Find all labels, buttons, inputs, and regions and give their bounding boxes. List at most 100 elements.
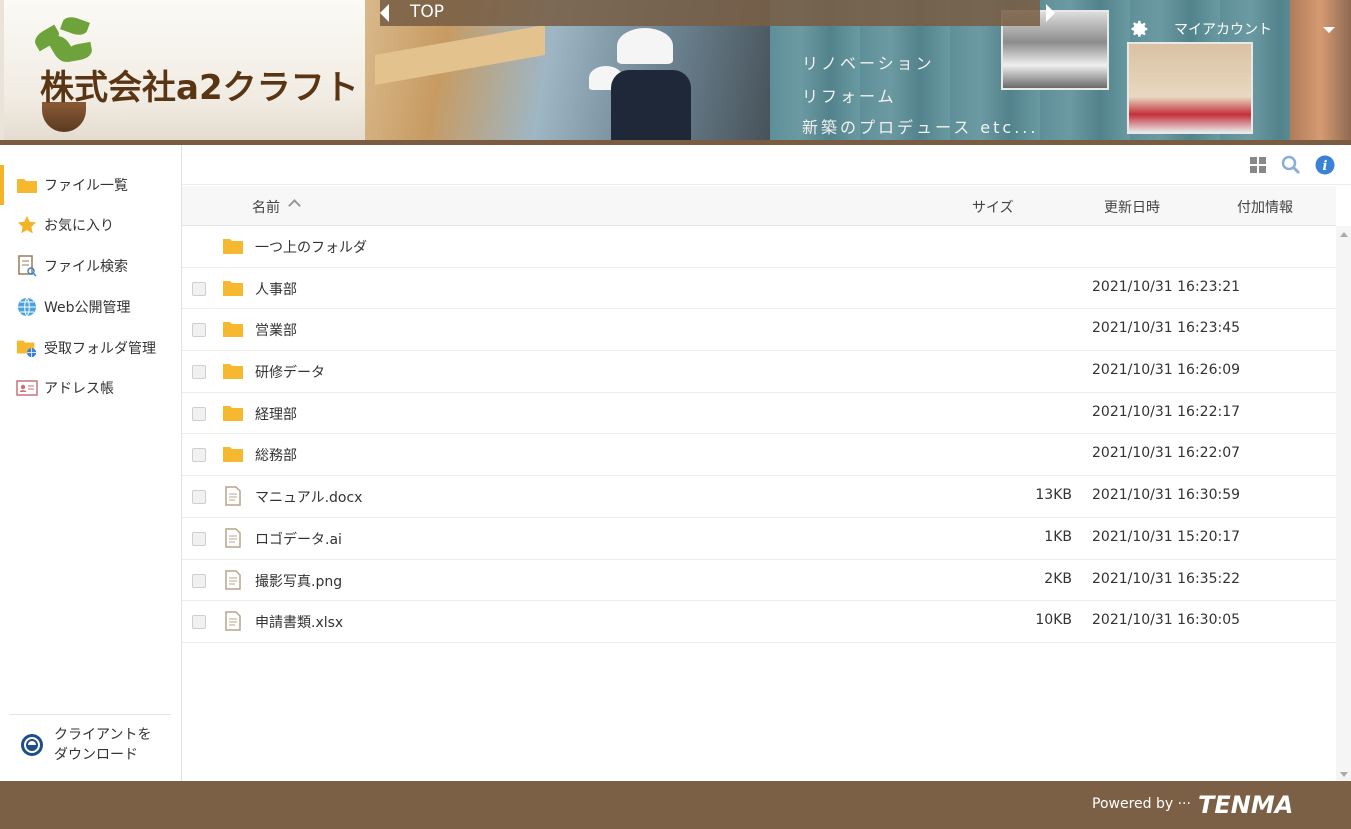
- chevron-down-icon[interactable]: [1323, 27, 1335, 33]
- address-card-icon: [16, 377, 38, 399]
- plant-leaf: [60, 14, 90, 38]
- sidebar-item-label: アドレス帳: [44, 381, 114, 397]
- row-checkbox[interactable]: [192, 448, 206, 463]
- shared-folder-icon: [16, 337, 38, 359]
- helmet-shape: [617, 28, 673, 64]
- table-row[interactable]: ロゴデータ.ai 1KB 2021/10/31 15:20:17: [182, 518, 1336, 560]
- tenma-logo: TENMA: [1198, 791, 1294, 819]
- folder-icon: [16, 174, 38, 196]
- row-updated: 2021/10/31 16:30:59: [1092, 487, 1241, 504]
- sidebar-item-file-list[interactable]: ファイル一覧: [0, 165, 181, 205]
- kids-room-photo: [1127, 42, 1253, 134]
- column-name-header[interactable]: 名前: [252, 197, 280, 217]
- row-name: 申請書類.xlsx: [255, 615, 344, 632]
- footer: Powered by ··· TENMA: [0, 781, 1351, 829]
- sidebar-item-receive-folder[interactable]: 受取フォルダ管理: [0, 328, 181, 368]
- folder-icon: [223, 280, 243, 296]
- row-checkbox[interactable]: [192, 573, 206, 588]
- table-row[interactable]: 研修データ 2021/10/31 16:26:09: [182, 351, 1336, 393]
- table-row[interactable]: 人事部 2021/10/31 16:23:21: [182, 268, 1336, 310]
- row-updated: 2021/10/31 16:35:22: [1092, 570, 1241, 587]
- folder-icon: [223, 447, 243, 463]
- row-checkbox[interactable]: [192, 323, 206, 338]
- shelf-shape: [375, 25, 545, 85]
- row-name: マニュアル.docx: [255, 490, 363, 507]
- scroll-down-icon[interactable]: [1340, 772, 1348, 777]
- row-name: 営業部: [255, 323, 297, 340]
- row-size: 1KB: [1044, 528, 1072, 545]
- globe-icon: [16, 296, 38, 318]
- sidebar-item-web-publish[interactable]: Web公開管理: [0, 287, 181, 327]
- table-row[interactable]: 申請書類.xlsx 10KB 2021/10/31 16:30:05: [182, 601, 1336, 643]
- toolbar: i: [182, 145, 1351, 185]
- row-updated: 2021/10/31 16:23:21: [1092, 278, 1241, 295]
- row-checkbox[interactable]: [192, 531, 206, 546]
- sidebar-item-file-search[interactable]: ファイル検索: [0, 246, 181, 286]
- sidebar-item-favorites[interactable]: お気に入り: [0, 205, 181, 245]
- header-banner: 株式会社a2クラフト リノベーション リフォーム 新築のプロデュース etc..…: [0, 0, 1351, 145]
- company-name: 株式会社a2クラフト: [40, 68, 359, 108]
- table-row[interactable]: 総務部 2021/10/31 16:22:07: [182, 434, 1336, 477]
- download-label: クライアントを ダウンロード: [54, 725, 151, 765]
- table-row[interactable]: 経理部 2021/10/31 16:22:17: [182, 393, 1336, 435]
- table-row[interactable]: 撮影写真.png 2KB 2021/10/31 16:35:22: [182, 560, 1336, 602]
- row-checkbox[interactable]: [192, 490, 206, 505]
- column-extra-header[interactable]: 付加情報: [1237, 197, 1293, 217]
- breadcrumb-back-icon[interactable]: [380, 4, 389, 22]
- tagline-3: 新築のプロデュース etc...: [802, 118, 1039, 137]
- client-download-icon: [21, 734, 43, 756]
- sidebar-item-label: ファイル一覧: [44, 178, 128, 194]
- grid-view-icon[interactable]: [1248, 155, 1268, 175]
- folder-icon: [223, 405, 243, 421]
- scroll-up-icon[interactable]: [1340, 232, 1348, 237]
- folder-icon: [223, 322, 243, 338]
- breadcrumb-top[interactable]: TOP: [410, 2, 444, 22]
- download-label-line1: クライアントを: [54, 727, 152, 743]
- row-updated: 2021/10/31 16:30:05: [1092, 612, 1241, 629]
- row-checkbox[interactable]: [192, 365, 206, 380]
- document-icon: [225, 528, 241, 548]
- sort-ascending-icon[interactable]: [288, 199, 301, 212]
- row-name: 研修データ: [255, 365, 325, 382]
- gear-icon: [1131, 20, 1148, 37]
- column-updated-header[interactable]: 更新日時: [1104, 197, 1160, 217]
- sidebar-item-label: 受取フォルダ管理: [44, 341, 156, 357]
- column-size-header[interactable]: サイズ: [972, 197, 1014, 217]
- folder-icon: [223, 239, 243, 254]
- powered-by-label: Powered by ···: [1092, 796, 1191, 812]
- row-checkbox[interactable]: [192, 281, 206, 296]
- vertical-scrollbar[interactable]: [1336, 226, 1351, 781]
- row-checkbox[interactable]: [192, 615, 206, 630]
- star-icon: [16, 214, 38, 236]
- document-icon: [225, 486, 241, 506]
- row-checkbox[interactable]: [192, 406, 206, 421]
- parent-folder-row[interactable]: 一つ上のフォルダ: [182, 226, 1336, 268]
- sidebar-item-label: ファイル検索: [44, 259, 128, 275]
- download-client-button[interactable]: クライアントを ダウンロード: [20, 725, 151, 765]
- row-name: 撮影写真.png: [255, 573, 343, 590]
- worker-shape: [611, 70, 691, 140]
- row-size: 2KB: [1044, 570, 1072, 587]
- row-updated: 2021/10/31 16:23:45: [1092, 320, 1241, 337]
- parent-folder-label: 一つ上のフォルダ: [255, 240, 367, 256]
- file-list-panel: i 名前 サイズ 更新日時 付加情報 一つ上のフォルダ 人事部 2021/10/3…: [182, 145, 1351, 781]
- row-size: 10KB: [1035, 612, 1072, 629]
- row-name: 人事部: [255, 281, 297, 298]
- row-name: 経理部: [255, 406, 297, 423]
- search-icon[interactable]: [1281, 155, 1301, 175]
- breadcrumb-forward-icon[interactable]: [1046, 4, 1055, 22]
- info-icon[interactable]: i: [1315, 155, 1335, 175]
- download-label-line2: ダウンロード: [54, 747, 138, 763]
- row-updated: 2021/10/31 16:22:17: [1092, 403, 1241, 420]
- breadcrumb-bar: [380, 0, 1040, 26]
- svg-text:i: i: [1323, 159, 1328, 174]
- table-row[interactable]: マニュアル.docx 13KB 2021/10/31 16:30:59: [182, 476, 1336, 518]
- row-updated: 2021/10/31 15:20:17: [1092, 528, 1241, 545]
- sidebar: ファイル一覧 お気に入り ファイル検索 Web公開管理 受取フォルダ管理 アドレ…: [0, 145, 182, 781]
- file-search-icon: [16, 255, 38, 277]
- sidebar-item-address-book[interactable]: アドレス帳: [0, 368, 181, 408]
- table-header: 名前 サイズ 更新日時 付加情報: [182, 186, 1336, 226]
- row-size: 13KB: [1035, 487, 1072, 504]
- my-account-menu[interactable]: マイアカウント: [1128, 16, 1272, 42]
- table-row[interactable]: 営業部 2021/10/31 16:23:45: [182, 309, 1336, 352]
